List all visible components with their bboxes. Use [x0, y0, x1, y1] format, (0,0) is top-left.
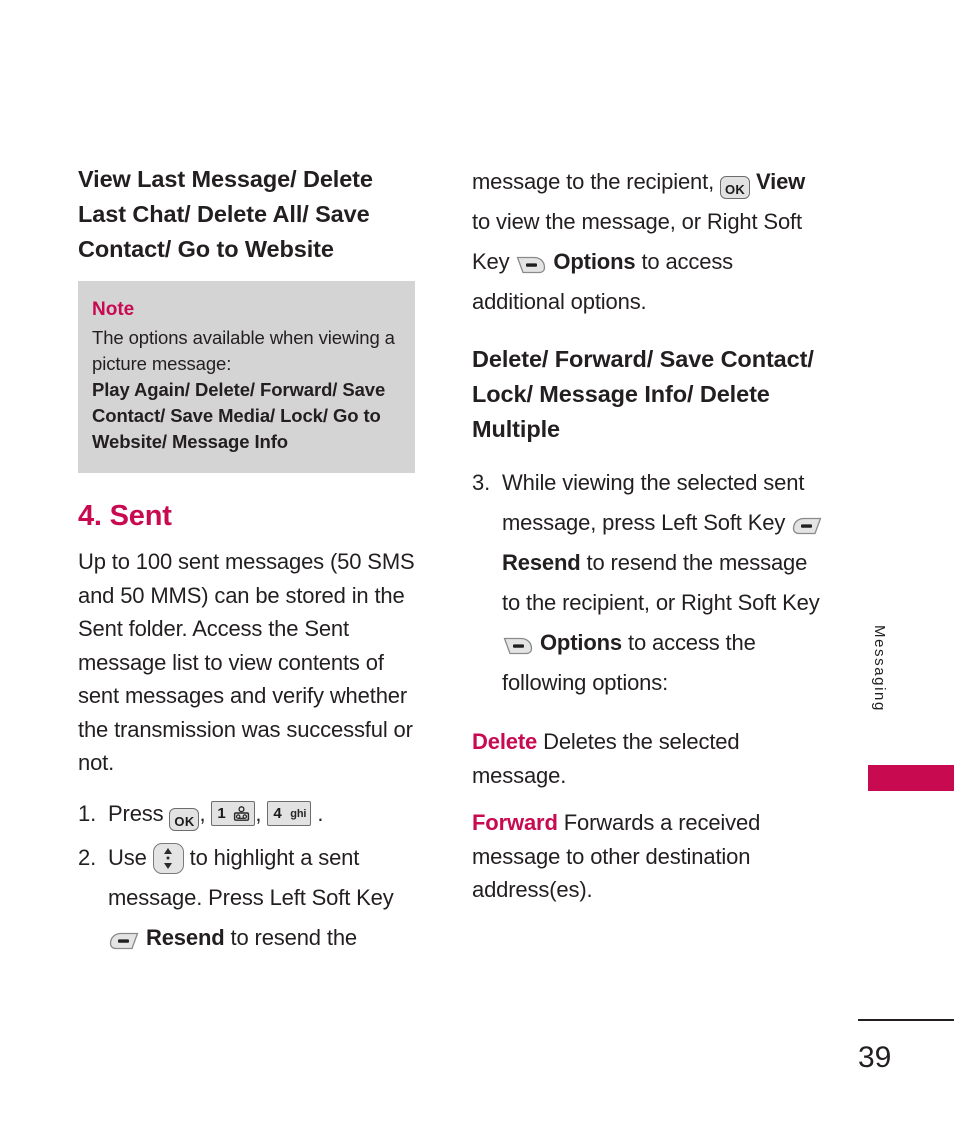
- nav-up-arrow-icon: [164, 847, 173, 854]
- step-2-lead-text: Use: [108, 844, 147, 870]
- ok-key-icon: OK: [720, 176, 751, 199]
- step-1: 1. Press OK, 1 , 4 ghi .: [78, 794, 423, 834]
- resend-soft-key-label: Resend: [145, 924, 225, 950]
- step-1-period: .: [317, 800, 324, 826]
- voicemail-icon: [234, 805, 250, 821]
- number-key-4-digit: 4: [273, 804, 282, 822]
- step-2-tail-text: to resend the: [230, 924, 358, 950]
- step-1-number: 1.: [78, 800, 97, 826]
- step-1-comma-2: ,: [255, 800, 262, 826]
- left-soft-key-icon: [108, 931, 140, 951]
- view-soft-key-label: View: [756, 169, 806, 194]
- number-key-1-digit: 1: [217, 804, 226, 822]
- note-options-list: Play Again/ Delete/ Forward/ Save Contac…: [92, 379, 386, 452]
- step-3-part-1: While viewing the selected sent message,…: [502, 470, 805, 535]
- step-3: 3. While viewing the selected sent messa…: [472, 463, 824, 703]
- options-soft-key-label: Options: [539, 630, 623, 655]
- ok-key-icon: OK: [169, 807, 200, 831]
- note-title: Note: [92, 299, 135, 320]
- number-key-1-icon: 1: [211, 800, 256, 826]
- sent-description-paragraph: Up to 100 sent messages (50 SMS and 50 M…: [78, 549, 415, 775]
- definition-forward: Forward Forwards a received message to o…: [472, 806, 824, 907]
- step-2-continuation: message to the recipient, OK View to vie…: [472, 162, 824, 322]
- number-key-4-letters: ghi: [290, 807, 307, 820]
- right-soft-key-icon: [502, 636, 534, 656]
- nav-down-arrow-icon: [164, 862, 173, 869]
- note-box: Note The options available when viewing …: [78, 281, 415, 473]
- step-1-lead-text: Press: [108, 800, 164, 826]
- up-down-navigation-key-icon: [152, 842, 184, 874]
- resend-soft-key-label: Resend: [502, 550, 581, 575]
- step-1-comma-1: ,: [199, 800, 206, 826]
- left-section-heading: View Last Message/ Delete Last Chat/ Del…: [78, 166, 373, 262]
- number-key-4-icon: 4 ghi: [267, 800, 312, 826]
- step-2: 2. Use to highlight a sent message. Pres…: [78, 838, 423, 958]
- continuation-part-1: message to the recipient,: [472, 169, 715, 194]
- note-body-text: The options available when viewing a pic…: [92, 327, 395, 374]
- nav-center-dot-icon: [166, 856, 170, 860]
- chapter-heading-sent: 4. Sent: [78, 500, 172, 532]
- step-2-number: 2.: [78, 844, 97, 870]
- left-column: View Last Message/ Delete Last Chat/ Del…: [78, 0, 423, 962]
- left-soft-key-icon: [791, 516, 823, 536]
- definition-forward-term: Forward: [472, 810, 558, 835]
- right-column: message to the recipient, OK View to vie…: [472, 0, 824, 921]
- page-number: 39: [858, 1041, 892, 1074]
- side-tab-label-messaging: Messaging: [871, 625, 888, 712]
- definition-delete-term: Delete: [472, 729, 538, 754]
- options-soft-key-label: Options: [553, 249, 636, 274]
- step-3-number: 3.: [472, 470, 491, 495]
- side-tab-color-swatch: [868, 765, 954, 791]
- definition-delete: Delete Deletes the selected message.: [472, 725, 824, 792]
- right-section-heading: Delete/ Forward/ Save Contact/ Lock/ Mes…: [472, 346, 814, 442]
- right-soft-key-icon: [515, 255, 547, 275]
- step-2-middle-text: to highlight a sent message. Press Left …: [108, 844, 394, 910]
- footer-divider-rule: [858, 1019, 954, 1021]
